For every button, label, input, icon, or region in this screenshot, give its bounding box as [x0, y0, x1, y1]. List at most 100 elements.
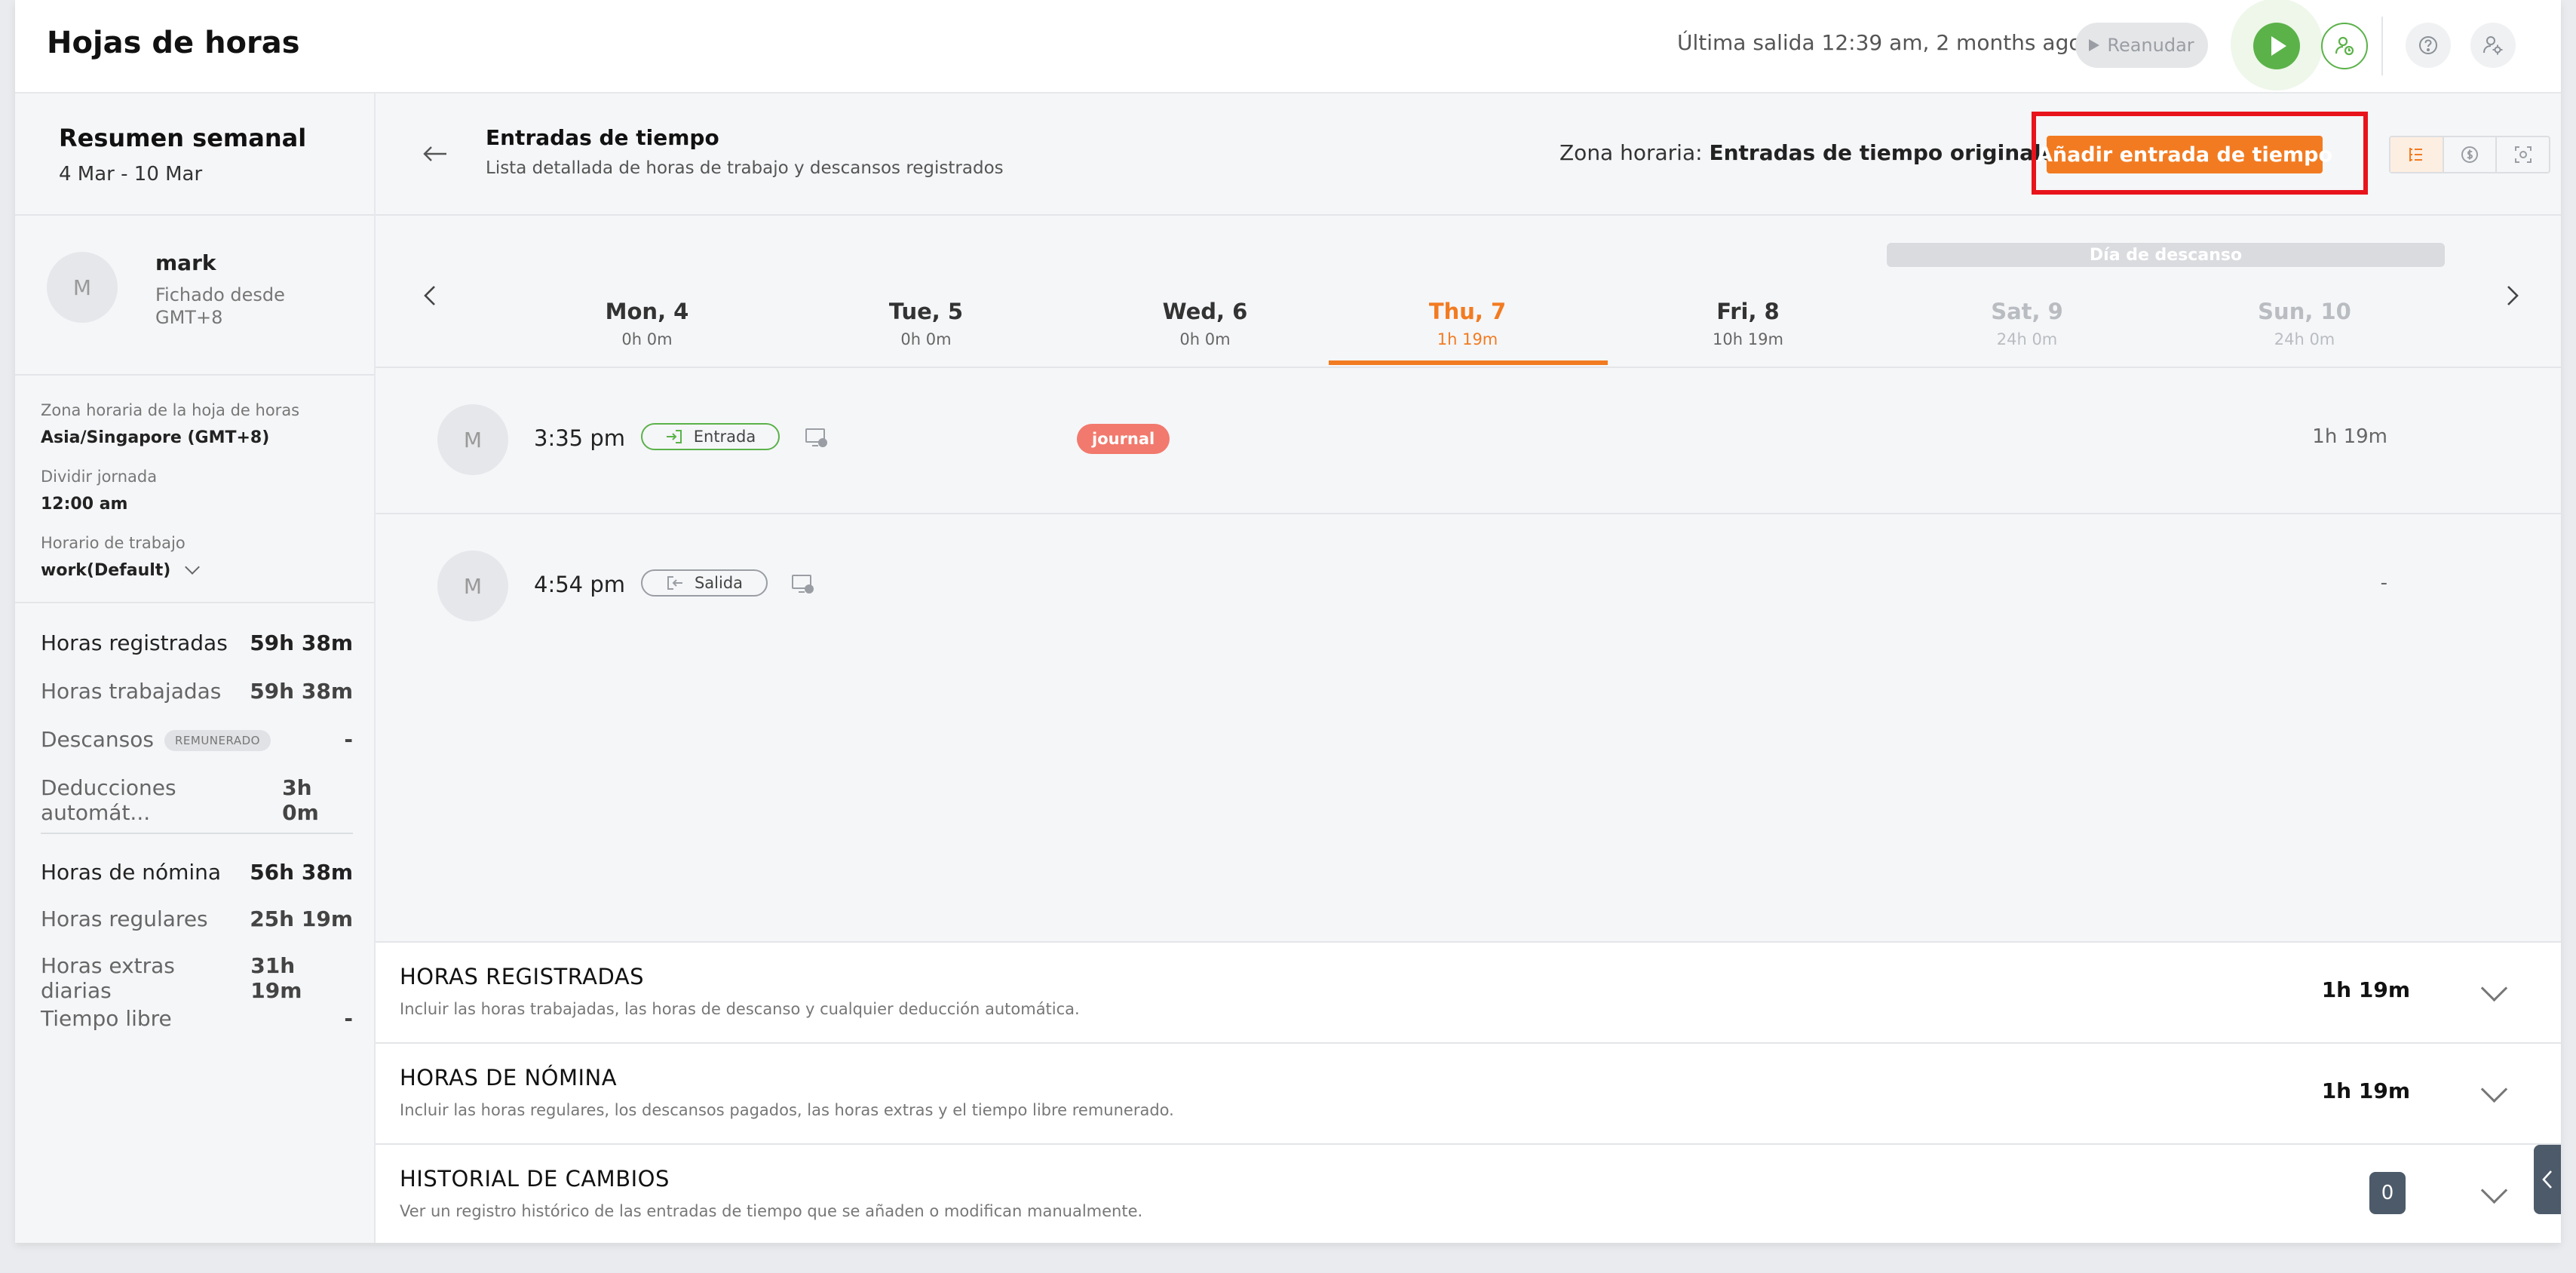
change-history-section[interactable]: HISTORIAL DE CAMBIOS Ver un registro his… — [376, 1143, 2561, 1243]
previous-day-button[interactable] — [415, 281, 445, 311]
chevron-left-icon — [2542, 1170, 2552, 1189]
back-arrow-icon — [423, 146, 446, 161]
chevron-right-icon — [2507, 286, 2519, 305]
add-time-entry-button[interactable]: Añadir entrada de tiempo — [2037, 136, 2332, 173]
screenshot-view-button[interactable] — [2497, 137, 2549, 172]
chevron-down-icon[interactable] — [2480, 1075, 2508, 1103]
device-icon — [790, 572, 816, 597]
tracked-hours-section[interactable]: HORAS REGISTRADAS Incluir las horas trab… — [376, 941, 2561, 1044]
stat-value: 56h 38m — [250, 860, 353, 885]
help-icon — [2419, 36, 2437, 54]
dollar-view-icon — [2461, 146, 2478, 163]
split-day-label: Dividir jornada — [41, 468, 158, 486]
stat-value: 25h 19m — [250, 906, 353, 931]
play-button[interactable] — [2253, 23, 2300, 69]
avatar: M — [47, 252, 118, 323]
day-tab-sun[interactable]: Sun, 10 24h 0m — [2191, 299, 2418, 348]
day-tab-mon[interactable]: Mon, 4 0h 0m — [534, 299, 760, 348]
day-name: Thu, 7 — [1428, 299, 1507, 324]
day-name: Mon, 4 — [605, 299, 689, 324]
resume-button[interactable]: Reanudar — [2075, 23, 2208, 68]
day-hours: 24h 0m — [1996, 330, 2058, 348]
summary-title: Resumen semanal — [59, 124, 307, 152]
day-tab-thu[interactable]: Thu, 7 1h 19m — [1354, 299, 1581, 348]
side-panel-toggle[interactable] — [2534, 1145, 2561, 1214]
rest-day-banner: Día de descanso — [1887, 243, 2445, 267]
weekly-summary-sidebar: Resumen semanal 4 Mar - 10 Mar M mark Fi… — [15, 94, 376, 1243]
time-entries-header: Entradas de tiempo Lista detallada de ho… — [376, 94, 2561, 216]
schedule-dropdown[interactable]: work(Default) — [41, 560, 201, 580]
day-tab-tue[interactable]: Tue, 5 0h 0m — [813, 299, 1039, 348]
stat-label: Deducciones automát... — [41, 775, 176, 825]
time-entry-row[interactable]: M 3:35 pm Entrada journal 1h 19m — [376, 368, 2561, 514]
project-tag[interactable]: journal — [1077, 424, 1170, 454]
stat-label: Horas registradas — [41, 630, 228, 655]
stat-label: Horas trabajadas — [41, 679, 222, 704]
day-hours: 0h 0m — [900, 330, 952, 348]
entry-time: 3:35 pm — [534, 425, 625, 451]
section-subtitle: Incluir las horas trabajadas, las horas … — [400, 1000, 1080, 1018]
payroll-hours-section[interactable]: HORAS DE NÓMINA Incluir las horas regula… — [376, 1042, 2561, 1145]
entry-type: Entrada — [693, 428, 756, 446]
stat-tracked-hours: Horas registradas 59h 38m — [41, 630, 353, 655]
user-name: mark — [155, 250, 216, 275]
day-tab-sat[interactable]: Sat, 9 24h 0m — [1914, 299, 2140, 348]
section-title: HORAS DE NÓMINA — [400, 1065, 618, 1090]
day-hours: 10h 19m — [1713, 330, 1783, 348]
timezone-selector-label: Zona horaria: — [1559, 140, 1703, 165]
app-window: Hojas de horas Última salida 12:39 am, 2… — [15, 0, 2561, 1243]
timezone-selector[interactable]: Zona horaria: Entradas de tiempo origina… — [1559, 140, 2093, 165]
day-hours: 0h 0m — [621, 330, 673, 348]
user-clock-button[interactable] — [2321, 23, 2368, 69]
stat-label: Horas regulares — [41, 906, 208, 931]
clock-out-icon — [667, 576, 682, 590]
earnings-view-button[interactable] — [2444, 137, 2498, 172]
avatar: M — [437, 551, 508, 621]
section-title: HORAS REGISTRADAS — [400, 964, 645, 989]
entry-type: Salida — [694, 574, 744, 592]
day-hours: 1h 19m — [1437, 330, 1498, 348]
stat-label: Horas extras diarias — [41, 953, 175, 1003]
chevron-down-icon[interactable] — [2480, 1176, 2508, 1204]
time-entries-title: Entradas de tiempo — [486, 125, 719, 150]
clock-in-badge: Entrada — [641, 423, 780, 450]
stat-auto-deductions: Deducciones automát... 3h 0m — [41, 775, 353, 825]
entry-duration: 1h 19m — [2312, 425, 2387, 448]
account-settings-button[interactable] — [2470, 23, 2516, 68]
chevron-down-icon — [185, 560, 201, 575]
day-name: Sun, 10 — [2258, 299, 2351, 324]
section-value: 1h 19m — [2321, 1078, 2410, 1103]
back-button[interactable] — [422, 136, 448, 170]
play-icon — [2271, 36, 2286, 56]
avatar: M — [437, 404, 508, 475]
device-icon — [804, 425, 830, 451]
schedule-value: work(Default) — [41, 561, 171, 580]
stat-payroll-hours: Horas de nómina 56h 38m — [41, 860, 353, 885]
divider — [41, 833, 353, 834]
toolbar-divider — [2381, 17, 2383, 75]
help-button[interactable] — [2406, 23, 2451, 68]
stat-value: 31h 19m — [250, 953, 302, 1003]
summary-date-range: 4 Mar - 10 Mar — [59, 163, 203, 186]
day-tab-wed[interactable]: Wed, 6 0h 0m — [1092, 299, 1318, 348]
play-small-icon — [2089, 39, 2100, 51]
stat-regular-hours: Horas regulares 25h 19m — [41, 906, 353, 931]
list-view-button[interactable] — [2390, 137, 2444, 172]
chevron-down-icon[interactable] — [2480, 974, 2508, 1002]
section-subtitle: Ver un registro histórico de las entrada… — [400, 1202, 1143, 1220]
stat-value: 59h 38m — [250, 630, 353, 655]
user-status-line2: GMT+8 — [155, 307, 223, 328]
next-day-button[interactable] — [2498, 281, 2528, 311]
time-entry-row[interactable]: M 4:54 pm Salida - — [376, 514, 2561, 661]
section-value: 1h 19m — [2321, 977, 2410, 1002]
day-tab-fri[interactable]: Fri, 8 10h 19m — [1635, 299, 1861, 348]
day-name: Fri, 8 — [1716, 299, 1780, 324]
stat-value: - — [344, 1006, 353, 1031]
summary-header: Resumen semanal 4 Mar - 10 Mar — [15, 94, 374, 216]
clock-out-badge: Salida — [641, 569, 768, 597]
chevron-left-icon — [424, 286, 435, 305]
stat-daily-overtime: Horas extras diarias 31h 19m — [41, 953, 353, 1003]
stat-time-off: Tiempo libre - — [41, 1006, 353, 1031]
stat-breaks-label-wrap: Descansos REMUNERADO — [41, 727, 271, 752]
day-name: Sat, 9 — [1991, 299, 2063, 324]
